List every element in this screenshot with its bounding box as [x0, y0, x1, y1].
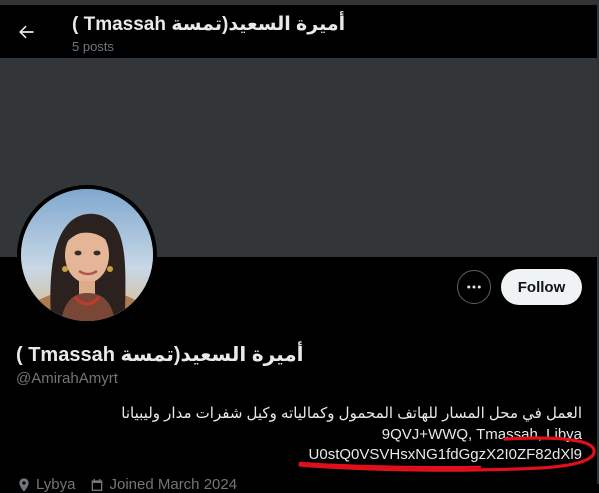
bio-text: العمل في محل المسار للهاتف المحمول وكمال…: [121, 405, 582, 422]
calendar-icon: [92, 478, 103, 491]
header-title: أميرة السعيد(تمسة Tmassah ): [72, 14, 346, 35]
profile-header: أميرة السعيد(تمسة Tmassah ) 5 posts: [0, 5, 599, 58]
location-pin-icon: [19, 477, 29, 492]
more-button[interactable]: [457, 270, 491, 304]
bio-address: 9QVJ+WWQ, Tmassah, Libya: [381, 425, 582, 443]
handle: @AmirahAmyrt: [16, 370, 118, 387]
avatar-portrait: [21, 189, 153, 321]
bio-code: U0stQ0VSVHsxNG1fdGgzX2I0ZF82dXl9: [308, 446, 582, 463]
avatar[interactable]: [17, 185, 157, 325]
joined-text: Joined March 2024: [109, 476, 238, 493]
follow-button[interactable]: Follow: [501, 269, 582, 305]
arrow-left-icon: [19, 25, 34, 39]
bio: العمل في محل المسار للهاتف المحمول وكمال…: [22, 404, 582, 466]
more-horizontal-icon: [467, 285, 481, 289]
joined-item: Joined March 2024: [89, 476, 237, 493]
location-item: Lybya: [16, 476, 75, 493]
profile-meta: Lybya Joined March 2024: [16, 476, 237, 493]
post-count: 5 posts: [72, 39, 114, 54]
display-name: أميرة السعيد(تمسة Tmassah ): [16, 344, 304, 366]
back-button[interactable]: [8, 14, 44, 50]
location-text: Lybya: [36, 476, 76, 493]
